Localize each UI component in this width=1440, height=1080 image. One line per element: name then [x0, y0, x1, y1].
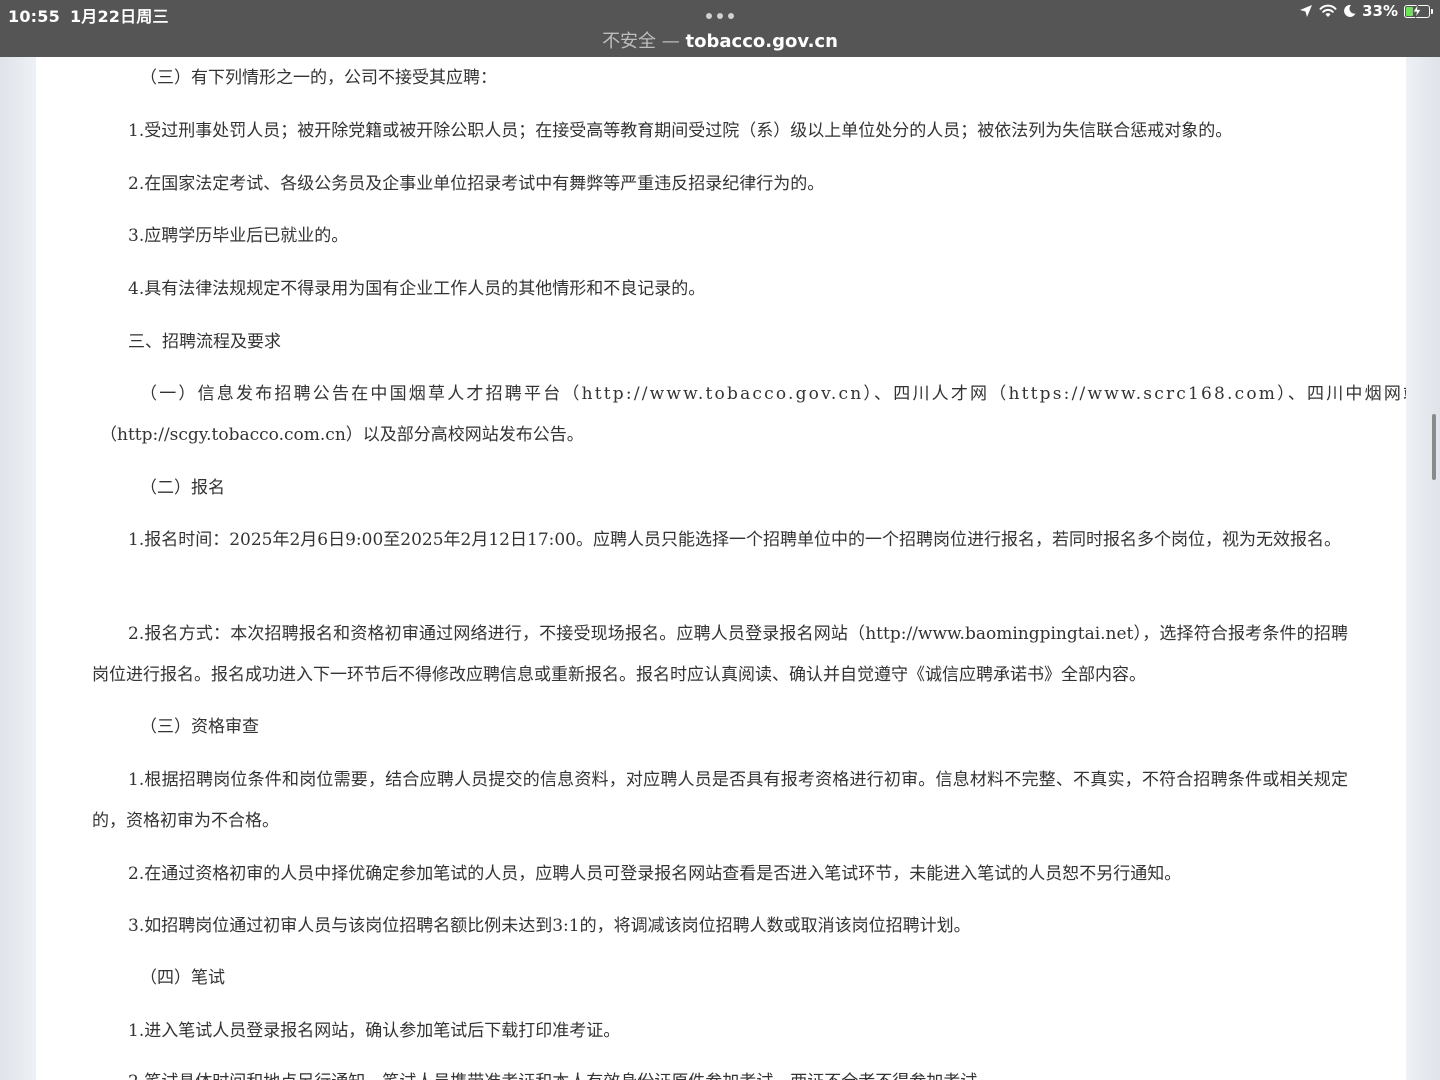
paragraph-exam-2: 2.笔试具体时间和地点另行通知。笔试人员携带准考证和本人有效身份证原件参加考试，…: [128, 1062, 1384, 1080]
browser-top-bar: 10:55 1月22日周三 33% 不安全 — tobacco.gov.cn: [0, 0, 1440, 57]
paragraph-disqualification-4: 4.具有法律法规规定不得录用为国有企业工作人员的其他情形和不良记录的。: [128, 279, 706, 299]
status-date: 1月22日周三: [69, 7, 169, 26]
status-time: 10:55: [8, 7, 60, 26]
subheading-registration: （二）报名: [140, 478, 225, 498]
paragraph-review-3: 3.如招聘岗位通过初审人员与该岗位招聘名额比例未达到3:1的，将调减该岗位招聘人…: [128, 916, 971, 936]
security-indicator: 不安全: [602, 31, 657, 52]
paragraph-registration-method: 2.报名方式：本次招聘报名和资格初审通过网络进行，不接受现场报名。应聘人员登录报…: [92, 624, 1348, 685]
paragraph-disqualification-heading: （三）有下列情形之一的，公司不接受其应聘：: [140, 68, 497, 88]
location-arrow-icon: [1300, 5, 1313, 17]
moon-icon: [1344, 4, 1356, 17]
subheading-qualification-review: （三）资格审查: [140, 717, 259, 737]
paragraph-disqualification-2: 2.在国家法定考试、各级公务员及企事业单位招录考试中有舞弊等严重违反招录纪律行为…: [128, 174, 825, 194]
more-options-icon[interactable]: [706, 13, 734, 19]
address-host: tobacco.gov.cn: [685, 31, 838, 52]
page-margin-left: [0, 57, 36, 1080]
status-bar-right: 33%: [1299, 2, 1433, 20]
subheading-written-exam: （四）笔试: [140, 968, 225, 988]
paragraph-info-release-line-1: （一）信息发布招聘公告在中国烟草人才招聘平台（http://www.tobacc…: [140, 384, 1406, 404]
paragraph-review-2: 2.在通过资格初审的人员中择优确定参加笔试的人员，应聘人员可登录报名网站查看是否…: [128, 864, 1182, 884]
wifi-icon: [1319, 4, 1337, 17]
paragraph-info-release-line-2: （http://scgy.tobacco.com.cn）以及部分高校网站发布公告…: [100, 425, 584, 445]
paragraph-disqualification-1: 1.受过刑事处罚人员；被开除党籍或被开除公职人员；在接受高等教育期间受过院（系）…: [128, 121, 1233, 141]
vertical-scrollbar[interactable]: [1432, 414, 1436, 480]
battery-percent: 33%: [1362, 2, 1398, 20]
address-bar[interactable]: 不安全 — tobacco.gov.cn: [0, 27, 1440, 53]
article-body: （三）有下列情形之一的，公司不接受其应聘： 1.受过刑事处罚人员；被开除党籍或被…: [36, 57, 1406, 1080]
paragraph-review-1: 1.根据招聘岗位条件和岗位需要，结合应聘人员提交的信息资料，对应聘人员是否具有报…: [92, 770, 1348, 831]
battery-icon: [1404, 3, 1433, 18]
address-separator: —: [661, 31, 680, 52]
section-heading-process: 三、招聘流程及要求: [128, 332, 281, 352]
page-margin-right: [1406, 57, 1440, 1080]
charging-bolt-icon: [1412, 3, 1422, 18]
paragraph-exam-1: 1.进入笔试人员登录报名网站，确认参加笔试后下载打印准考证。: [128, 1021, 621, 1041]
paragraph-registration-time: 1.报名时间：2025年2月6日9:00至2025年2月12日17:00。应聘人…: [128, 530, 1341, 550]
paragraph-disqualification-3: 3.应聘学历毕业后已就业的。: [128, 226, 349, 246]
status-bar-left: 10:55 1月22日周三: [8, 3, 169, 27]
